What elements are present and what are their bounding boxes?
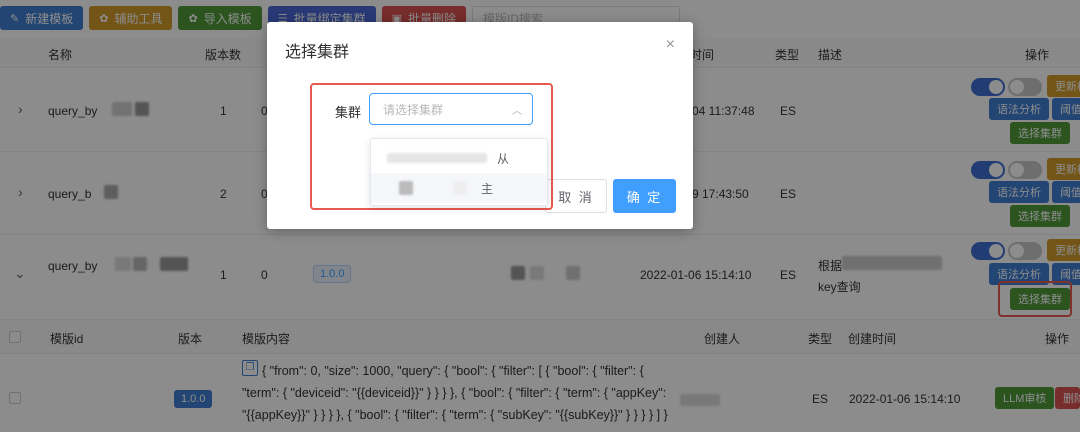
dialog-title: 选择集群 bbox=[285, 44, 350, 61]
cluster-option-label: 从 bbox=[497, 151, 510, 166]
page: ✎ 新建模板 ✿ 辅助工具 ✿ 导入模板 ☰ 批量绑定集群 ▣ 批量删除 模版ID搜索 名… bbox=[0, 0, 1080, 432]
redacted-block bbox=[399, 181, 413, 195]
cluster-option[interactable]: 从 bbox=[371, 143, 547, 173]
cluster-option[interactable]: 主 bbox=[371, 173, 547, 203]
cluster-option-label: 主 bbox=[481, 181, 494, 196]
redacted-block bbox=[453, 181, 467, 195]
cluster-dropdown: 从 主 bbox=[370, 138, 548, 206]
confirm-button[interactable]: 确 定 bbox=[613, 179, 676, 213]
cancel-button[interactable]: 取 消 bbox=[545, 179, 607, 213]
close-icon[interactable]: × bbox=[666, 36, 675, 54]
redacted-block bbox=[387, 153, 487, 163]
